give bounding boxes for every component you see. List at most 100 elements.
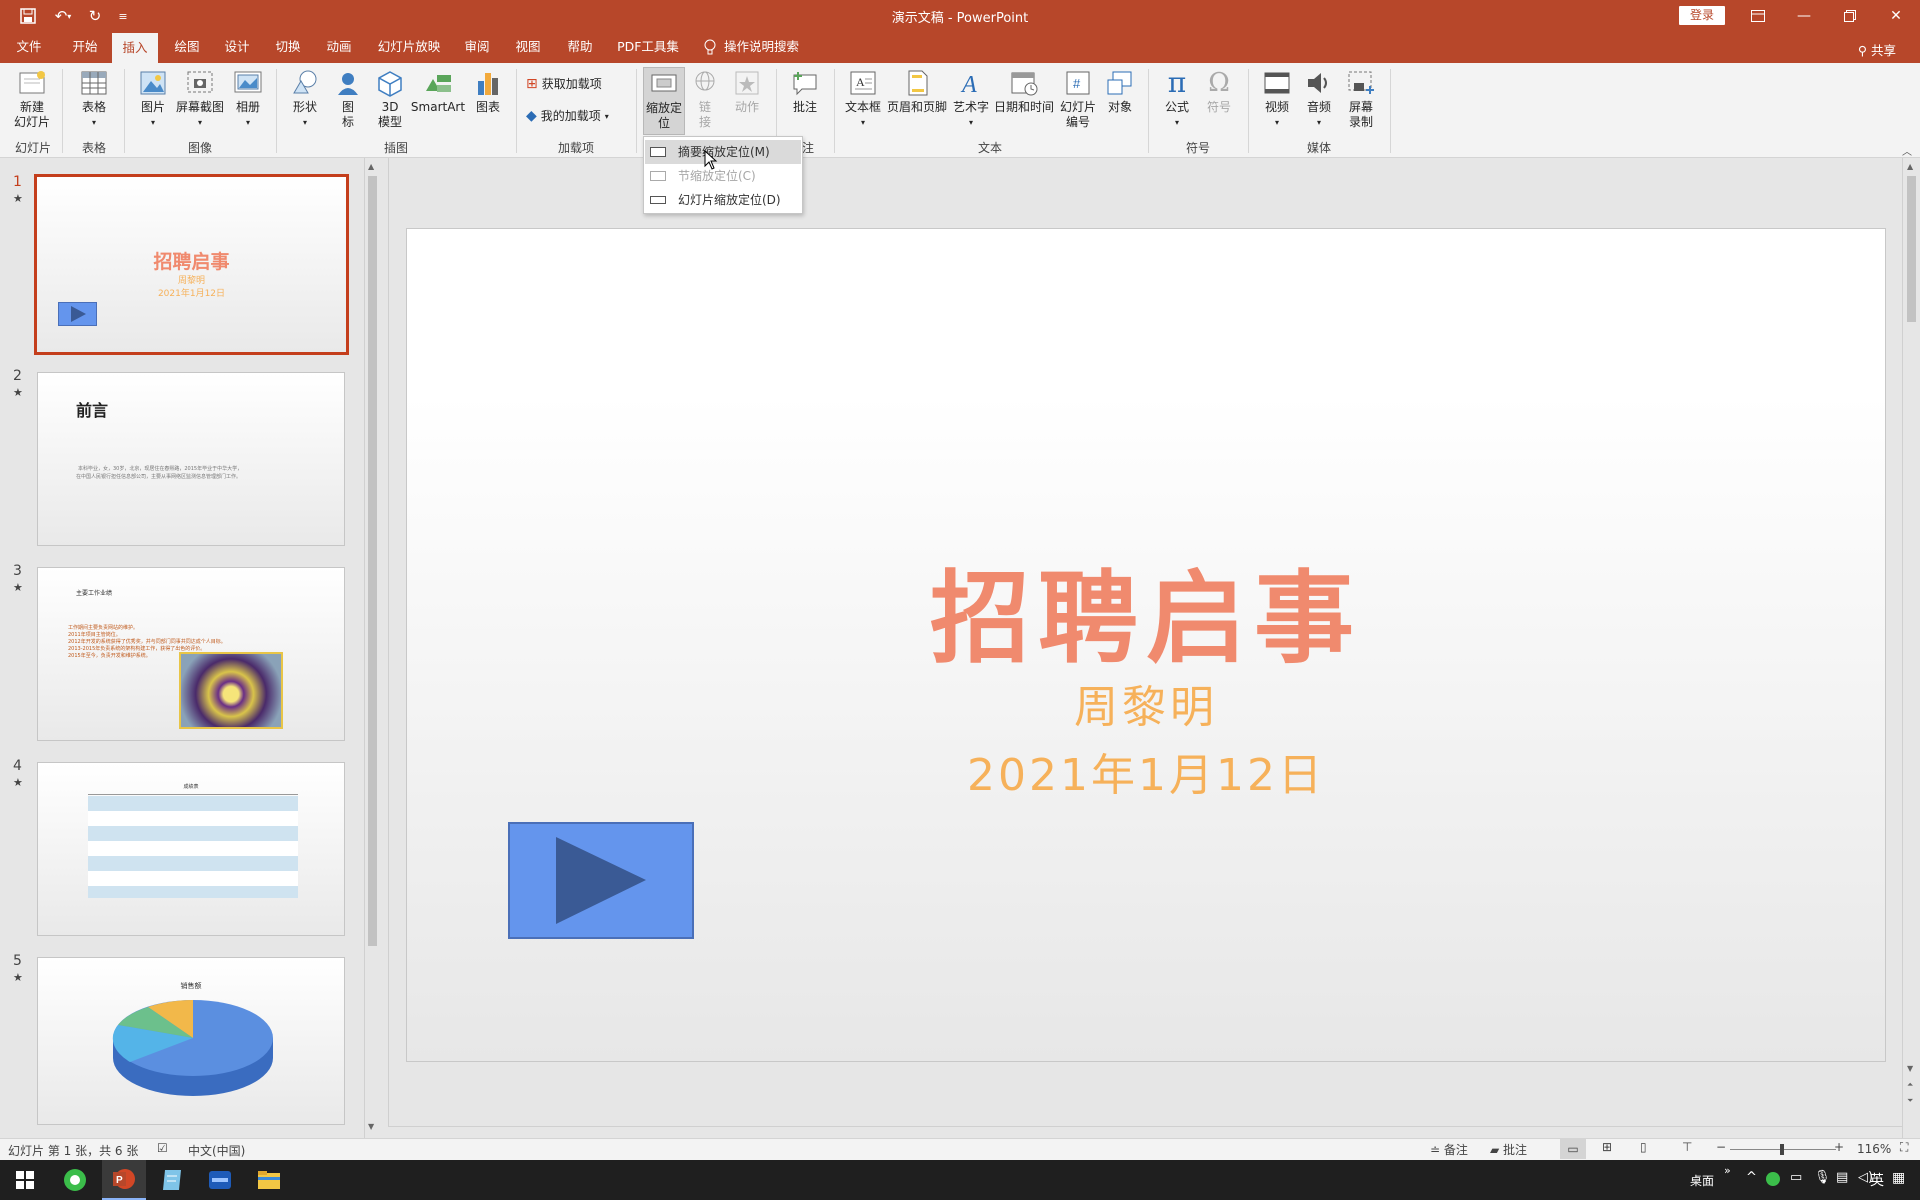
table-button[interactable]: 表格 ▾	[72, 69, 116, 130]
tab-review[interactable]: 审阅	[460, 31, 494, 63]
powerpoint-taskbar-icon[interactable]: P	[102, 1160, 146, 1200]
scroll-up-icon[interactable]: ▲	[368, 162, 374, 171]
ime-indicator[interactable]: 英	[1860, 1170, 1884, 1190]
slide-thumbnail-5[interactable]: 销售额	[37, 957, 345, 1125]
tray-battery-icon[interactable]: ▭	[1790, 1170, 1802, 1185]
zoom-button[interactable]: 缩放定 位	[643, 67, 685, 135]
scrollbar-thumb[interactable]	[1907, 176, 1916, 322]
tab-slideshow[interactable]: 幻灯片放映	[376, 31, 442, 63]
video-button[interactable]: 视频 ▾	[1258, 69, 1296, 130]
start-windows-icon[interactable]	[3, 1160, 47, 1200]
app-taskbar-icon[interactable]	[198, 1160, 242, 1200]
my-addins-button[interactable]: ◆ 我的加载项 ▾	[526, 109, 626, 124]
slide-subtitle[interactable]: 周黎明	[407, 671, 1885, 735]
scrollbar-thumb[interactable]	[368, 176, 377, 946]
slide-sorter-icon[interactable]: ⊞	[1602, 1140, 1612, 1154]
comment-button[interactable]: 批注	[786, 69, 824, 115]
album-button[interactable]: 相册 ▾	[230, 69, 266, 130]
scroll-down-icon[interactable]: ▼	[1907, 1064, 1913, 1073]
restore-icon[interactable]	[1827, 0, 1873, 31]
slide-thumbnail-4[interactable]: 成绩表	[37, 762, 345, 936]
horizontal-scrollbar[interactable]	[388, 1126, 1902, 1138]
slide-canvas[interactable]: 招聘启事 周黎明 2021年1月12日	[406, 228, 1886, 1062]
slide-date[interactable]: 2021年1月12日	[407, 739, 1885, 803]
section-zoom-item[interactable]: 节缩放定位(C)	[645, 164, 801, 188]
symbol-button[interactable]: Ω 符号	[1200, 69, 1238, 115]
textbox-button[interactable]: A 文本框 ▾	[842, 69, 884, 130]
zoom-slider[interactable]	[1730, 1144, 1836, 1155]
calendar-tray-icon[interactable]: ▦	[1892, 1170, 1905, 1186]
equation-button[interactable]: π 公式 ▾	[1158, 69, 1196, 130]
slide-thumbnail-2[interactable]: 前言 本科毕业，女，30岁，北京，现居住在春熙路，2015年毕业于中华大学， 在…	[37, 372, 345, 546]
file-explorer-taskbar-icon[interactable]	[247, 1160, 291, 1200]
slide-thumbnail-3[interactable]: 主要工作业绩 工作期间主要负责网站的维护。 2011年项目主管岗位。 2012年…	[37, 567, 345, 741]
scroll-down-icon[interactable]: ▼	[368, 1122, 374, 1131]
object-button[interactable]: 对象	[1102, 69, 1138, 115]
browser-taskbar-icon[interactable]	[53, 1160, 97, 1200]
tab-draw[interactable]: 绘图	[170, 31, 204, 63]
language-indicator[interactable]: 中文(中国)	[188, 1142, 245, 1159]
ribbon-display-icon[interactable]	[1735, 0, 1781, 31]
slide-title[interactable]: 招聘启事	[407, 537, 1885, 682]
fit-to-window-icon[interactable]: ⛶	[1900, 1140, 1908, 1155]
notes-button[interactable]: ≐ 备注	[1430, 1141, 1468, 1158]
play-action-button[interactable]	[508, 822, 694, 939]
wordart-button[interactable]: A 艺术字 ▾	[950, 69, 992, 130]
shapes-button[interactable]: 形状 ▾	[286, 69, 324, 130]
slide-number-button[interactable]: # 幻灯片 编号	[1056, 69, 1100, 130]
slide-scrollbar[interactable]: ▲ ▼ ⏶ ⏷	[1902, 158, 1920, 1138]
comments-button[interactable]: ▰ 批注	[1490, 1141, 1527, 1158]
next-slide-icon[interactable]: ⏷	[1907, 1096, 1913, 1106]
zoom-out-button[interactable]: −	[1716, 1140, 1726, 1154]
icons-button[interactable]: 图 标	[330, 69, 366, 130]
tab-transitions[interactable]: 切换	[271, 31, 305, 63]
screenshot-button[interactable]: 屏幕截图 ▾	[172, 69, 228, 130]
tab-view[interactable]: 视图	[511, 31, 545, 63]
login-button[interactable]: 登录	[1679, 6, 1725, 25]
slideshow-view-icon[interactable]: ⊤	[1682, 1140, 1692, 1154]
get-addins-button[interactable]: ⊞ 获取加载项	[526, 77, 616, 92]
picture-button[interactable]: 图片 ▾	[134, 69, 172, 130]
tab-home[interactable]: 开始	[68, 31, 102, 63]
tell-me-search[interactable]: 操作说明搜索	[704, 31, 816, 63]
toolbar-expand-icon[interactable]: »	[1724, 1164, 1731, 1177]
collapse-ribbon-icon[interactable]: ︿	[1902, 143, 1912, 158]
tab-animations[interactable]: 动画	[322, 31, 356, 63]
share-button[interactable]: ⚲ 共享	[1858, 40, 1896, 59]
scroll-up-icon[interactable]: ▲	[1907, 162, 1913, 171]
summary-zoom-item[interactable]: 摘要缩放定位(M)	[645, 140, 801, 164]
microphone-icon[interactable]: 🎙	[1814, 1170, 1831, 1185]
notepad-taskbar-icon[interactable]	[150, 1160, 194, 1200]
action-button[interactable]: 动作	[728, 69, 766, 115]
tray-app-icon[interactable]	[1766, 1172, 1780, 1186]
minimize-icon[interactable]: —	[1781, 0, 1827, 31]
datetime-button[interactable]: 日期和时间	[992, 69, 1056, 115]
new-slide-button[interactable]: 新建 幻灯片	[6, 69, 58, 130]
zoom-in-button[interactable]: +	[1834, 1140, 1844, 1154]
zoom-slider-thumb[interactable]	[1780, 1144, 1784, 1155]
zoom-level[interactable]: 116%	[1857, 1142, 1891, 1156]
3d-model-button[interactable]: 3D 模型	[372, 69, 408, 130]
normal-view-icon[interactable]: ▭	[1560, 1139, 1586, 1159]
audio-button[interactable]: 音频 ▾	[1300, 69, 1338, 130]
previous-slide-icon[interactable]: ⏶	[1907, 1080, 1913, 1090]
reading-view-icon[interactable]: ▯	[1640, 1140, 1647, 1154]
tab-file[interactable]: 文件	[12, 31, 46, 63]
link-button[interactable]: 链 接	[687, 69, 723, 130]
slide-zoom-item[interactable]: 幻灯片缩放定位(D)	[645, 188, 801, 212]
slide-thumbnail-1[interactable]: 招聘启事 周黎明 2021年1月12日	[34, 174, 349, 355]
smartart-button[interactable]: SmartArt	[410, 69, 466, 115]
header-footer-button[interactable]: 页眉和页脚	[884, 69, 950, 115]
spell-check-icon[interactable]: ☑	[157, 1141, 168, 1155]
tab-design[interactable]: 设计	[220, 31, 254, 63]
tray-overflow-icon[interactable]: ^	[1746, 1170, 1757, 1185]
tab-help[interactable]: 帮助	[563, 31, 597, 63]
chart-button[interactable]: 图表	[470, 69, 506, 115]
tab-insert[interactable]: 插入	[112, 33, 158, 63]
screen-recording-button[interactable]: 屏幕 录制	[1342, 69, 1380, 130]
close-icon[interactable]: ✕	[1873, 0, 1919, 31]
thumbnail-scrollbar[interactable]: ▲ ▼	[364, 158, 380, 1140]
tab-pdf-tools[interactable]: PDF工具集	[616, 31, 680, 63]
desktop-toolbar[interactable]: 桌面	[1690, 1172, 1714, 1189]
network-icon[interactable]: ▤	[1836, 1170, 1848, 1185]
